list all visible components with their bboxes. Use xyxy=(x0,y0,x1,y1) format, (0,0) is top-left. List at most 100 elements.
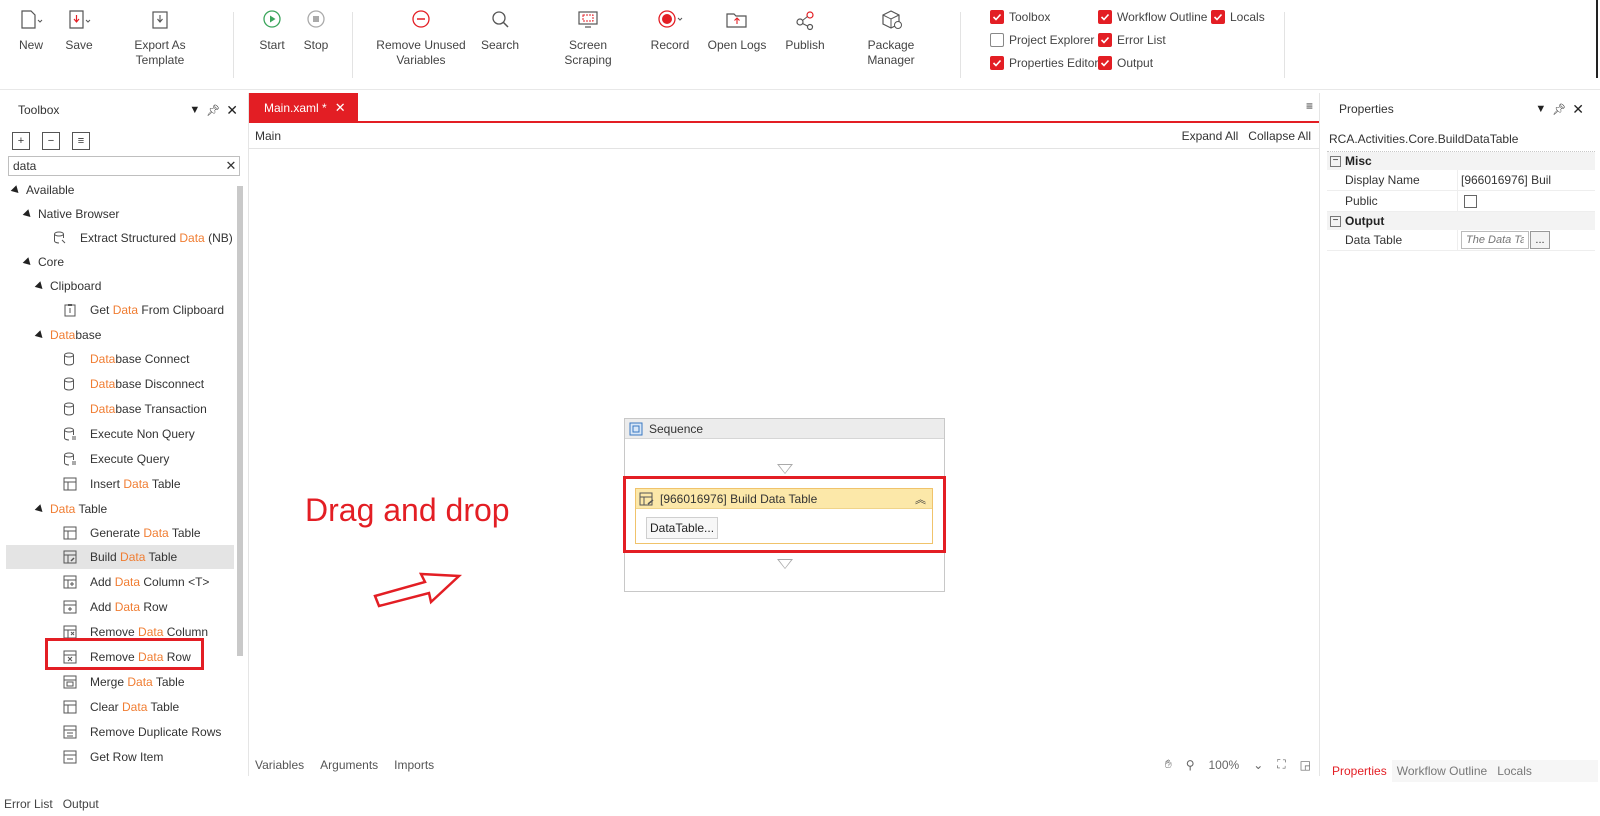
tree-item-extract-structured-data[interactable]: Extract Structured Data (NB) xyxy=(6,226,234,250)
tree-item-database-connect[interactable]: Database Connect xyxy=(6,347,234,371)
workflow-outline-checkbox[interactable]: Workflow Outline xyxy=(1098,10,1207,24)
drop-target-triangle-icon[interactable] xyxy=(777,464,793,474)
publish-button[interactable]: Publish xyxy=(783,8,827,53)
open-logs-button[interactable]: Open Logs xyxy=(706,8,768,53)
collapse-chevron-icon[interactable]: ︽ xyxy=(915,491,926,507)
ellipsis-button[interactable]: ... xyxy=(1530,231,1550,249)
tree-group-core[interactable]: Core xyxy=(6,250,234,274)
tree-item-build-data-table[interactable]: Build Data Table xyxy=(6,545,234,569)
tree-label: Add Data Row xyxy=(90,600,168,614)
build-data-table-activity[interactable]: [966016976] Build Data Table ︽ DataTable… xyxy=(635,488,933,544)
breadcrumb-main[interactable]: Main xyxy=(255,129,281,143)
tree-item-generate-data-table[interactable]: Generate Data Table xyxy=(6,521,234,545)
tree-group-available[interactable]: Available xyxy=(6,178,234,202)
tab-list-menu-icon[interactable]: ≡ xyxy=(1306,99,1313,113)
public-checkbox[interactable] xyxy=(1464,194,1477,208)
tab-output[interactable]: Output xyxy=(63,797,99,811)
tab-imports[interactable]: Imports xyxy=(394,758,434,772)
collapse-category-icon[interactable]: − xyxy=(1330,155,1341,167)
dropdown-triangle-icon[interactable]: ▼ xyxy=(1535,103,1546,115)
dropdown-triangle-icon[interactable]: ▼ xyxy=(189,104,200,116)
error-list-checkbox[interactable]: Error List xyxy=(1098,33,1166,47)
pin-icon[interactable]: 📌︎ xyxy=(206,104,220,117)
tree-item-merge-data-table[interactable]: Merge Data Table xyxy=(6,670,234,694)
properties-editor-checkbox[interactable]: Properties Editor xyxy=(990,56,1098,70)
category-output[interactable]: − Output xyxy=(1327,212,1595,230)
tree-group-native-browser[interactable]: Native Browser xyxy=(6,202,234,226)
tree-item-insert-data-table[interactable]: Insert Data Table xyxy=(6,472,234,496)
remove-duplicates-icon xyxy=(62,724,78,740)
tree-item-database-transaction[interactable]: Database Transaction xyxy=(6,397,234,421)
tab-variables[interactable]: Variables xyxy=(255,758,304,772)
record-button[interactable]: Record xyxy=(650,8,690,53)
tree-label: Merge Data Table xyxy=(90,675,185,689)
expand-all-link[interactable]: Expand All xyxy=(1182,129,1239,143)
save-button[interactable]: Save xyxy=(63,8,95,53)
start-button[interactable]: Start xyxy=(257,8,287,53)
data-table-input[interactable] xyxy=(1461,231,1529,249)
toolbox-search-input[interactable] xyxy=(9,157,223,175)
tree-group-data-table[interactable]: Data Table xyxy=(6,497,234,521)
tree-item-database-disconnect[interactable]: Database Disconnect xyxy=(6,372,234,396)
tree-group-clipboard[interactable]: Clipboard xyxy=(6,274,234,298)
package-manager-button[interactable]: Package Manager xyxy=(844,8,938,68)
hand-pan-icon[interactable]: ✋︎ xyxy=(1165,757,1172,772)
zoom-level[interactable]: 100% xyxy=(1208,758,1239,772)
build-table-icon xyxy=(62,549,78,565)
tree-item-execute-query[interactable]: Execute Query xyxy=(6,447,234,471)
tab-workflow-outline[interactable]: Workflow Outline xyxy=(1392,764,1492,778)
tree-item-get-data-from-clipboard[interactable]: Get Data From Clipboard xyxy=(6,298,234,322)
output-checkbox[interactable]: Output xyxy=(1098,56,1153,70)
scrollbar-thumb[interactable] xyxy=(237,186,243,656)
property-grid: − Misc Display Name [966016976] Buil Pub… xyxy=(1327,151,1595,251)
designer-canvas[interactable]: Drag and drop Sequence [966016976] Build… xyxy=(249,150,1319,750)
stop-button[interactable]: Stop xyxy=(301,8,331,53)
stop-icon xyxy=(301,8,331,34)
tree-item-clear-data-table[interactable]: Clear Data Table xyxy=(6,695,234,719)
category-misc[interactable]: − Misc xyxy=(1327,152,1595,170)
export-template-button[interactable]: Export As Template xyxy=(110,8,210,68)
tab-error-list[interactable]: Error List xyxy=(4,797,53,811)
toolbox-checkbox[interactable]: Toolbox xyxy=(990,10,1050,24)
remove-unused-variables-button[interactable]: Remove Unused Variables xyxy=(376,8,466,68)
zoom-search-icon[interactable]: ⚲ xyxy=(1186,758,1195,772)
tree-item-remove-data-row[interactable]: Remove Data Row xyxy=(6,645,234,669)
tree-item-execute-non-query[interactable]: Execute Non Query xyxy=(6,422,234,446)
properties-panel: Properties ▼ 📌︎ ✕ RCA.Activities.Core.Bu… xyxy=(1327,96,1598,790)
fit-to-screen-icon[interactable]: ⛶ xyxy=(1277,757,1285,772)
tab-main-xaml[interactable]: Main.xaml * ✕ xyxy=(249,93,358,122)
tree-item-add-data-row[interactable]: Add Data Row xyxy=(6,595,234,619)
display-name-value[interactable]: [966016976] Buil xyxy=(1457,170,1595,190)
list-view-icon[interactable]: ≡ xyxy=(72,132,90,150)
tree-group-database[interactable]: Database xyxy=(6,323,234,347)
locals-checkbox[interactable]: Locals xyxy=(1211,10,1265,24)
drop-target-triangle-icon[interactable] xyxy=(777,559,793,569)
search-button[interactable]: Search xyxy=(481,8,519,53)
sequence-activity[interactable]: Sequence [966016976] Build Data Table ︽ … xyxy=(623,418,946,592)
tab-locals[interactable]: Locals xyxy=(1492,764,1537,778)
close-icon[interactable]: ✕ xyxy=(1572,101,1584,118)
collapse-category-icon[interactable]: − xyxy=(1330,215,1341,227)
project-explorer-checkbox[interactable]: Project Explorer xyxy=(990,33,1094,47)
screen-scraping-button[interactable]: Screen Scraping xyxy=(545,8,631,68)
pin-icon[interactable]: 📌︎ xyxy=(1552,103,1566,116)
new-button[interactable]: New xyxy=(16,8,46,53)
tree-item-remove-duplicate-rows[interactable]: Remove Duplicate Rows xyxy=(6,720,234,744)
tree-item-remove-data-column[interactable]: Remove Data Column xyxy=(6,620,234,644)
datatable-button[interactable]: DataTable... xyxy=(646,517,719,539)
tab-arguments[interactable]: Arguments xyxy=(320,758,378,772)
tree-label: Remove Data Column xyxy=(90,625,209,639)
close-tab-icon[interactable]: ✕ xyxy=(335,100,346,116)
collapse-all-icon[interactable]: − xyxy=(42,132,60,150)
toolbox-scrollbar[interactable] xyxy=(236,178,244,778)
expand-all-icon[interactable]: + xyxy=(12,132,30,150)
property-row-display-name: Display Name [966016976] Buil xyxy=(1327,170,1595,191)
zoom-dropdown-icon[interactable]: ⌄ xyxy=(1253,758,1263,772)
clear-search-icon[interactable]: ✕ xyxy=(223,158,239,174)
tree-item-get-row-item[interactable]: Get Row Item xyxy=(6,745,234,769)
tab-properties[interactable]: Properties xyxy=(1327,760,1392,782)
close-icon[interactable]: ✕ xyxy=(226,102,238,119)
tree-item-add-data-column[interactable]: Add Data Column <T> xyxy=(6,570,234,594)
collapse-all-link[interactable]: Collapse All xyxy=(1248,129,1311,143)
overview-map-icon[interactable]: ◲ xyxy=(1300,758,1311,772)
